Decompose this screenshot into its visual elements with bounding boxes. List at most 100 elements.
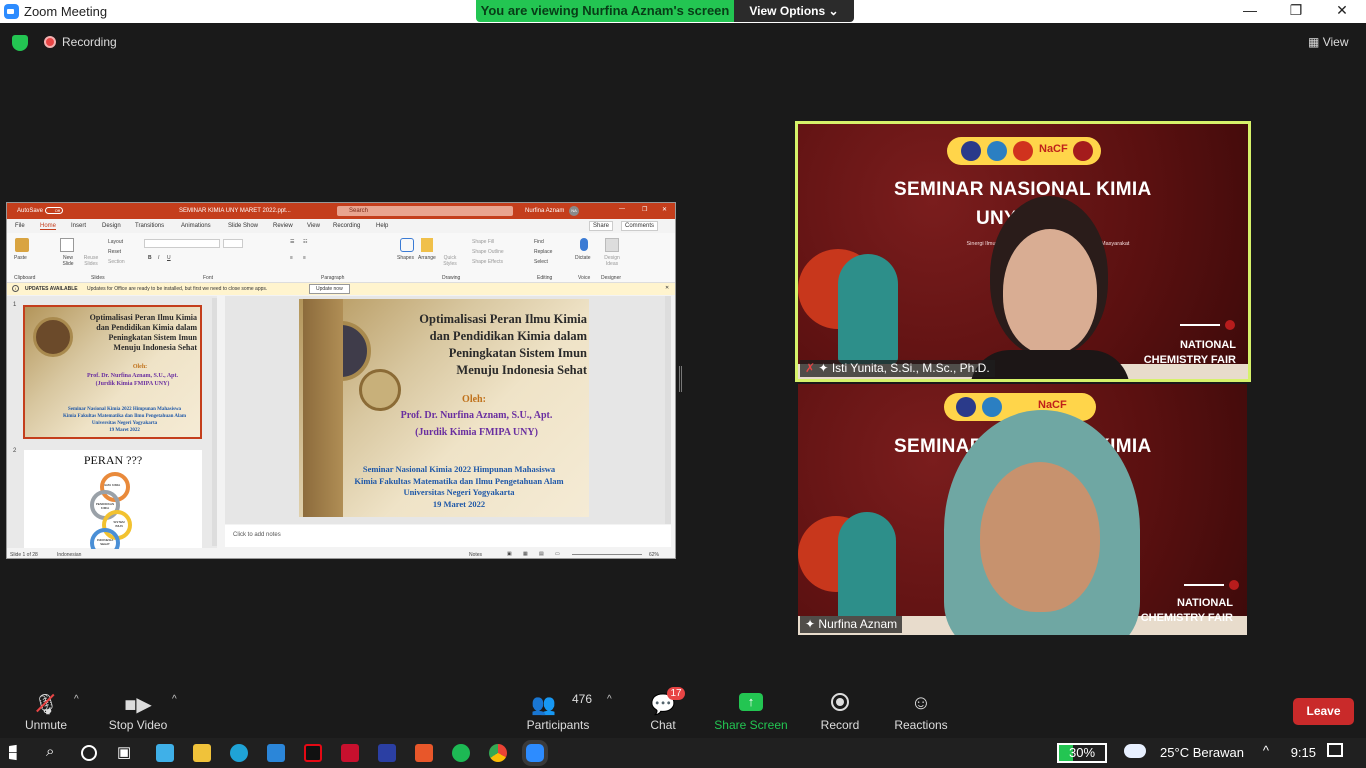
minimize-button[interactable]: — [1230, 2, 1270, 20]
shape-outline-label[interactable]: Shape Outline [472, 249, 504, 255]
stop-video-button[interactable]: ■▶ Stop Video [104, 680, 172, 738]
clock-time[interactable]: 9:15 [1291, 745, 1316, 760]
italic-button[interactable]: I [158, 255, 159, 261]
font-name-box[interactable] [144, 239, 220, 248]
tray-chevron-icon[interactable]: ^ [1263, 743, 1269, 758]
quick-styles-label[interactable]: Quick Styles [440, 255, 460, 267]
reset-button[interactable]: Reset [108, 249, 121, 255]
app-pen-icon[interactable] [378, 744, 396, 762]
tab-recording[interactable]: Recording [333, 223, 360, 229]
record-button[interactable]: Record [814, 680, 866, 738]
thumbnail-slide-2[interactable]: PERAN ??? ILMU KIMIA PENDIDIKAN KIMIA SI… [24, 450, 202, 558]
comments-button[interactable]: Comments [621, 221, 659, 231]
edge-browser-icon[interactable] [230, 744, 248, 762]
recording-indicator[interactable]: Recording [44, 35, 117, 49]
close-button[interactable]: ✕ [1322, 2, 1362, 20]
dictate-label[interactable]: Dictate [575, 255, 591, 261]
shape-effects-label[interactable]: Shape Effects [472, 259, 503, 265]
cloud-weather-icon[interactable] [1124, 744, 1146, 758]
ppt-close-icon[interactable]: ✕ [662, 206, 667, 213]
section-button[interactable]: Section [108, 259, 125, 265]
audio-options-caret[interactable]: ^ [74, 694, 79, 705]
layout-button[interactable]: Layout [108, 239, 123, 245]
tab-help[interactable]: Help [376, 223, 388, 229]
tab-view[interactable]: View [307, 223, 320, 229]
autosave-toggle[interactable]: Off [45, 207, 63, 214]
replace-button[interactable]: Replace [534, 249, 552, 255]
editor-scrollbar[interactable] [665, 296, 671, 524]
task-view-icon[interactable]: ▣ [117, 743, 131, 761]
notes-pane[interactable]: Click to add notes [225, 525, 671, 547]
tab-file[interactable]: File [15, 223, 25, 229]
windows-start-icon[interactable] [9, 744, 17, 761]
reactions-button[interactable]: ☺ Reactions [890, 680, 952, 738]
paste-label[interactable]: Paste [14, 255, 27, 261]
shape-fill-label[interactable]: Shape Fill [472, 239, 494, 245]
zoom-taskbar-icon[interactable] [526, 744, 544, 762]
current-slide[interactable]: Optimalisasi Peran Ilmu Kimia dan Pendid… [299, 299, 589, 517]
bullets-icon[interactable]: ☰ [290, 239, 294, 245]
spotify-icon[interactable] [452, 744, 470, 762]
thumbnail-slide-1[interactable]: Optimalisasi Peran Ilmu Kimia dan Pendid… [23, 305, 202, 439]
ppt-minimize-icon[interactable]: — [619, 206, 625, 212]
new-slide-label[interactable]: New Slide [57, 255, 79, 267]
security-shield-icon[interactable] [12, 35, 28, 51]
slideshow-icon[interactable]: ▭ [555, 551, 560, 557]
align-left-icon[interactable]: ≡ [290, 255, 293, 261]
reading-view-icon[interactable]: ▤ [539, 551, 544, 557]
unmute-button[interactable]: 🎙 Unmute [16, 680, 76, 738]
shapes-label[interactable]: Shapes [397, 255, 414, 261]
battery-indicator[interactable]: 30% [1057, 743, 1107, 763]
message-close-icon[interactable]: ✕ [665, 285, 669, 291]
view-options-button[interactable]: View Options ⌄ [734, 0, 854, 22]
video-tile-isti[interactable]: NaCF SEMINAR NASIONAL KIMIA UNY Sinergi … [795, 121, 1251, 382]
numbering-icon[interactable]: ☷ [303, 239, 307, 245]
view-button[interactable]: ▦ View [1308, 35, 1348, 49]
tab-review[interactable]: Review [273, 223, 293, 229]
tab-home[interactable]: Home [40, 223, 57, 230]
zoom-slider[interactable] [572, 554, 642, 555]
arrange-icon[interactable] [421, 238, 433, 252]
chrome-icon[interactable] [489, 744, 507, 762]
reuse-slides-label[interactable]: Reuse Slides [80, 255, 102, 267]
tab-slideshow[interactable]: Slide Show [228, 223, 258, 229]
align-center-icon[interactable]: ≡ [303, 255, 306, 261]
tab-transitions[interactable]: Transitions [135, 223, 164, 229]
status-zoom[interactable]: 62% [649, 552, 659, 558]
weather-text[interactable]: 25°C Berawan [1160, 745, 1244, 760]
search-icon[interactable]: ⌕ [46, 743, 54, 760]
mail-icon[interactable] [267, 744, 285, 762]
app-l-icon[interactable] [156, 744, 174, 762]
microphone-icon[interactable] [580, 238, 588, 251]
cortana-icon[interactable] [81, 745, 97, 761]
video-options-caret[interactable]: ^ [172, 694, 177, 705]
splitter-handle[interactable] [679, 366, 682, 392]
update-now-button[interactable]: Update now [309, 284, 350, 294]
ppt-search-box[interactable]: Search [337, 206, 513, 216]
status-notes-button[interactable]: Notes [469, 552, 482, 558]
bold-button[interactable]: B [148, 255, 152, 261]
paste-icon[interactable] [15, 238, 29, 252]
mcafee-icon[interactable] [341, 744, 359, 762]
maximize-button[interactable]: ❐ [1276, 2, 1316, 20]
ppt-maximize-icon[interactable]: ❐ [642, 206, 647, 213]
design-ideas-label[interactable]: Design Ideas [602, 255, 622, 267]
tab-insert[interactable]: Insert [71, 223, 86, 229]
slide-sorter-icon[interactable]: ▦ [523, 551, 528, 557]
leave-button[interactable]: Leave [1293, 698, 1354, 725]
share-screen-button[interactable]: ↑ Share Screen [712, 680, 790, 738]
arrange-label[interactable]: Arrange [418, 255, 436, 261]
select-button[interactable]: Select [534, 259, 548, 265]
share-button[interactable]: Share [589, 221, 614, 231]
office-icon[interactable] [415, 744, 433, 762]
participants-button[interactable]: 👥 476 Participants [522, 680, 594, 738]
underline-button[interactable]: U [167, 255, 171, 261]
shapes-icon[interactable] [400, 238, 414, 252]
participants-caret[interactable]: ^ [607, 694, 612, 705]
font-size-box[interactable] [223, 239, 243, 248]
file-explorer-icon[interactable] [193, 744, 211, 762]
find-button[interactable]: Find [534, 239, 544, 245]
tab-animations[interactable]: Animations [181, 223, 211, 229]
video-tile-nurfina[interactable]: NaCF SEMINAR NASIONAL KIMIA Sinergi Ilmu… [798, 384, 1247, 635]
notification-center-icon[interactable] [1327, 743, 1343, 757]
